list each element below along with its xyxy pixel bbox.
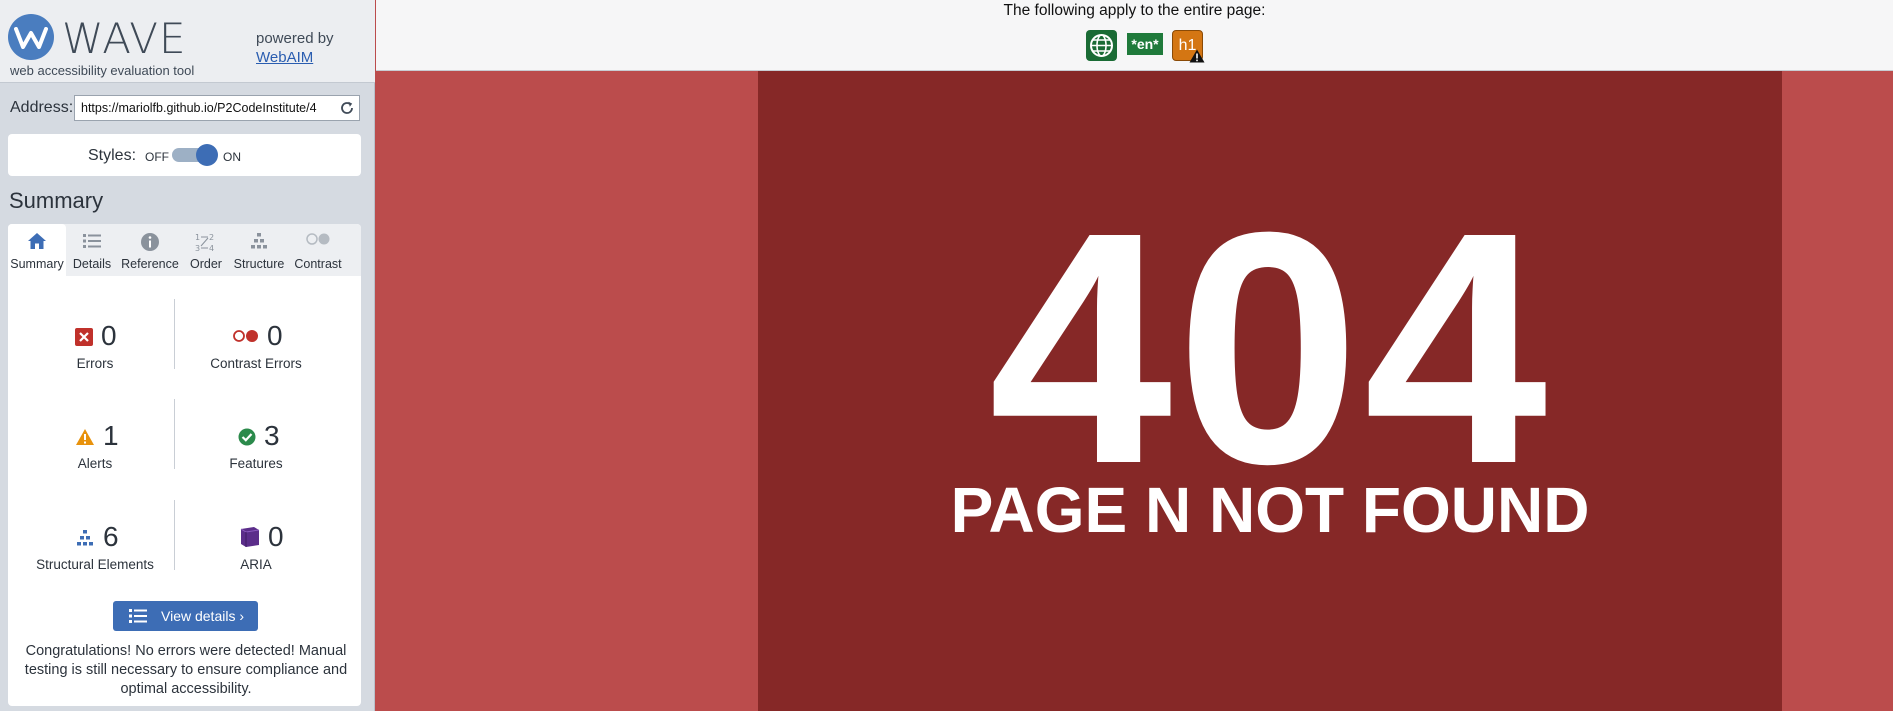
logo-tagline: web accessibility evaluation tool <box>10 63 195 78</box>
stat-errors[interactable]: 0 Errors <box>15 320 175 371</box>
alerts-count: 1 <box>103 420 119 451</box>
error-icon <box>75 328 93 346</box>
summary-panel: Summary Details Reference 1234 Order Str… <box>8 224 361 706</box>
svg-text:1: 1 <box>195 233 200 242</box>
svg-text:3: 3 <box>195 244 200 252</box>
features-label: Features <box>229 456 283 471</box>
aria-icon <box>240 527 260 547</box>
list-icon <box>129 609 147 623</box>
view-details-label: View details › <box>161 608 245 624</box>
tab-reference[interactable]: Reference <box>118 224 182 276</box>
congrats-message: Congratulations! No errors were detected… <box>24 643 348 697</box>
svg-text:4: 4 <box>209 244 214 252</box>
structural-count: 6 <box>103 521 119 552</box>
contrast-errors-label: Contrast Errors <box>210 356 302 371</box>
webaim-link[interactable]: WebAIM <box>256 49 313 66</box>
order-icon: 1 2 3 4 <box>195 233 214 252</box>
address-bar: Address: https://mariolfb.github.io/P2Co… <box>0 82 375 128</box>
contrast-icon <box>306 233 330 245</box>
tab-summary-label: Summary <box>10 257 64 271</box>
aria-count: 0 <box>268 521 284 552</box>
info-icon <box>141 233 159 251</box>
structural-label: Structural Elements <box>36 557 154 572</box>
structure-icon <box>77 530 93 546</box>
errors-count: 0 <box>101 320 117 351</box>
styles-toggle-switch[interactable] <box>172 144 218 166</box>
alerts-label: Alerts <box>77 456 113 471</box>
view-details-button[interactable]: View details › <box>113 601 258 631</box>
structure-icon <box>251 233 267 249</box>
page-level-text: The following apply to the entire page: <box>1003 2 1266 19</box>
tab-contrast-label: Contrast <box>294 257 342 271</box>
features-count: 3 <box>264 420 280 451</box>
error-panel: 404 PAGE N NOT FOUND <box>758 71 1782 711</box>
contrast-errors-count: 0 <box>267 320 283 351</box>
home-icon <box>28 233 46 249</box>
wave-logo-text: WAVE <box>62 14 187 63</box>
en-badge[interactable]: *en* <box>1127 33 1163 55</box>
brand-header: WAVE web accessibility evaluation tool p… <box>0 0 375 82</box>
styles-on-label: ON <box>223 150 241 164</box>
errors-label: Errors <box>76 356 114 371</box>
list-icon <box>83 234 101 248</box>
address-label: Address: <box>10 99 74 116</box>
aria-label: ARIA <box>240 557 272 572</box>
tab-details-label: Details <box>72 257 112 271</box>
alert-icon <box>1189 49 1205 63</box>
stat-aria[interactable]: 0 ARIA <box>176 521 336 572</box>
tab-summary[interactable]: Summary <box>8 224 66 276</box>
styles-toggle-card: Styles: OFF ON <box>8 134 361 176</box>
reload-icon[interactable] <box>339 100 355 116</box>
tab-contrast[interactable]: Contrast <box>288 224 348 276</box>
tab-bar: Summary Details Reference 12 3 4 Order Str… <box>8 224 361 276</box>
svg-text:2: 2 <box>209 233 214 242</box>
address-input[interactable]: https://mariolfb.github.io/P2CodeInstitu… <box>74 95 360 121</box>
stat-structural-elements[interactable]: 6 Structural Elements <box>15 521 175 572</box>
summary-heading: Summary <box>9 188 104 213</box>
styles-toggle-knob[interactable] <box>196 144 218 166</box>
tab-details[interactable]: Details <box>66 224 118 276</box>
page-level-bar: The following apply to the entire page: … <box>376 0 1893 71</box>
tab-structure[interactable]: Structure <box>230 224 288 276</box>
wave-sidebar: WAVE web accessibility evaluation tool p… <box>0 0 375 711</box>
contrast-error-icon <box>233 330 258 342</box>
stat-alerts[interactable]: 1 Alerts <box>15 420 175 471</box>
styles-off-label: OFF <box>145 150 169 164</box>
tab-order-label: Order <box>190 257 222 271</box>
rendered-page: 404 PAGE N NOT FOUND <box>376 71 1893 711</box>
feature-icon <box>238 428 256 446</box>
stat-contrast-errors[interactable]: 0 Contrast Errors <box>176 320 336 371</box>
tab-order[interactable]: 12 3 4 Order <box>182 224 230 276</box>
powered-by-text: powered by <box>256 30 334 47</box>
styles-label: Styles: <box>88 147 137 164</box>
tab-structure-label: Structure <box>233 257 285 271</box>
error-code: 404 <box>988 163 1552 532</box>
error-message: PAGE N NOT FOUND <box>950 474 1590 546</box>
stat-features[interactable]: 3 Features <box>176 420 336 471</box>
tab-reference-label: Reference <box>121 257 179 271</box>
alert-icon <box>76 429 94 445</box>
wave-logo-icon <box>8 14 54 60</box>
language-icon[interactable] <box>1086 30 1117 61</box>
